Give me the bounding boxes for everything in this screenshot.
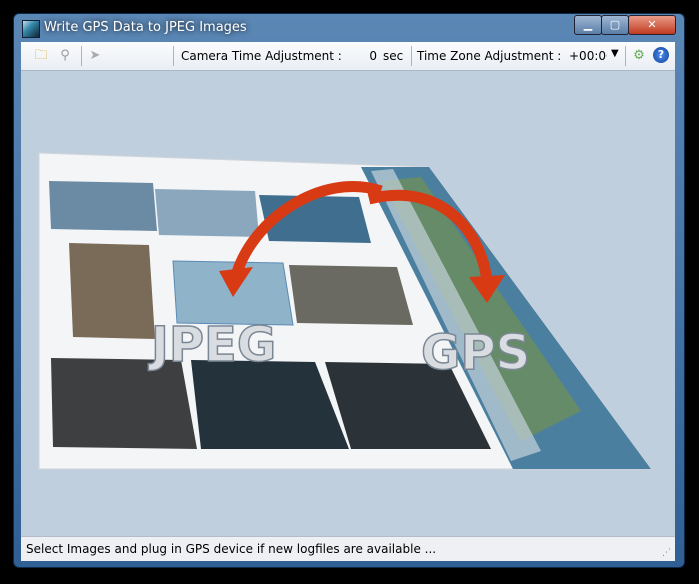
splash-illustration: JPEG GPS: [38, 152, 652, 470]
chevron-down-icon: ▼: [611, 48, 619, 59]
photo-thumbnail: [155, 189, 259, 237]
toolbar: 🗀 ⚲ ➤ Camera Time Adjustment : 0 sec Tim…: [21, 42, 675, 71]
maximize-button[interactable]: ▢: [601, 15, 629, 35]
client-area: 🗀 ⚲ ➤ Camera Time Adjustment : 0 sec Tim…: [21, 42, 675, 561]
toolbar-separator: [625, 46, 626, 66]
status-text: Select Images and plug in GPS device if …: [26, 542, 437, 556]
app-icon: [22, 20, 40, 38]
camera-time-unit: sec: [383, 49, 404, 63]
app-window: Write GPS Data to JPEG Images ▁ ▢ ✕ 🗀 ⚲ …: [13, 13, 685, 568]
toolbar-separator: [173, 46, 174, 66]
photo-thumbnail: [69, 243, 155, 339]
toolbar-separator: [81, 46, 82, 66]
close-button[interactable]: ✕: [628, 15, 676, 35]
gps-label: GPS: [421, 325, 530, 381]
window-title: Write GPS Data to JPEG Images: [44, 20, 247, 35]
timezone-select[interactable]: +00:00 ▼: [569, 46, 621, 65]
help-icon[interactable]: ?: [653, 47, 669, 63]
toolbar-separator: [411, 46, 412, 66]
write-gps-icon[interactable]: ➤: [85, 46, 105, 66]
title-bar[interactable]: Write GPS Data to JPEG Images ▁ ▢ ✕: [14, 14, 684, 42]
resize-grip-icon[interactable]: ⋰: [662, 548, 671, 558]
timezone-label: Time Zone Adjustment :: [417, 49, 562, 63]
camera-time-value[interactable]: 0: [341, 49, 377, 63]
map-pin-icon[interactable]: ⚲: [55, 46, 75, 66]
camera-time-label: Camera Time Adjustment :: [181, 49, 342, 63]
photo-thumbnail: [289, 265, 413, 325]
photo-thumbnail: [49, 181, 157, 231]
jpeg-label: JPEG: [148, 317, 276, 373]
settings-icon[interactable]: ⚙: [629, 46, 649, 66]
open-folder-icon[interactable]: 🗀: [31, 46, 51, 66]
status-bar: Select Images and plug in GPS device if …: [21, 536, 675, 561]
minimize-button[interactable]: ▁: [574, 15, 602, 35]
timezone-value: +00:00: [569, 49, 607, 63]
